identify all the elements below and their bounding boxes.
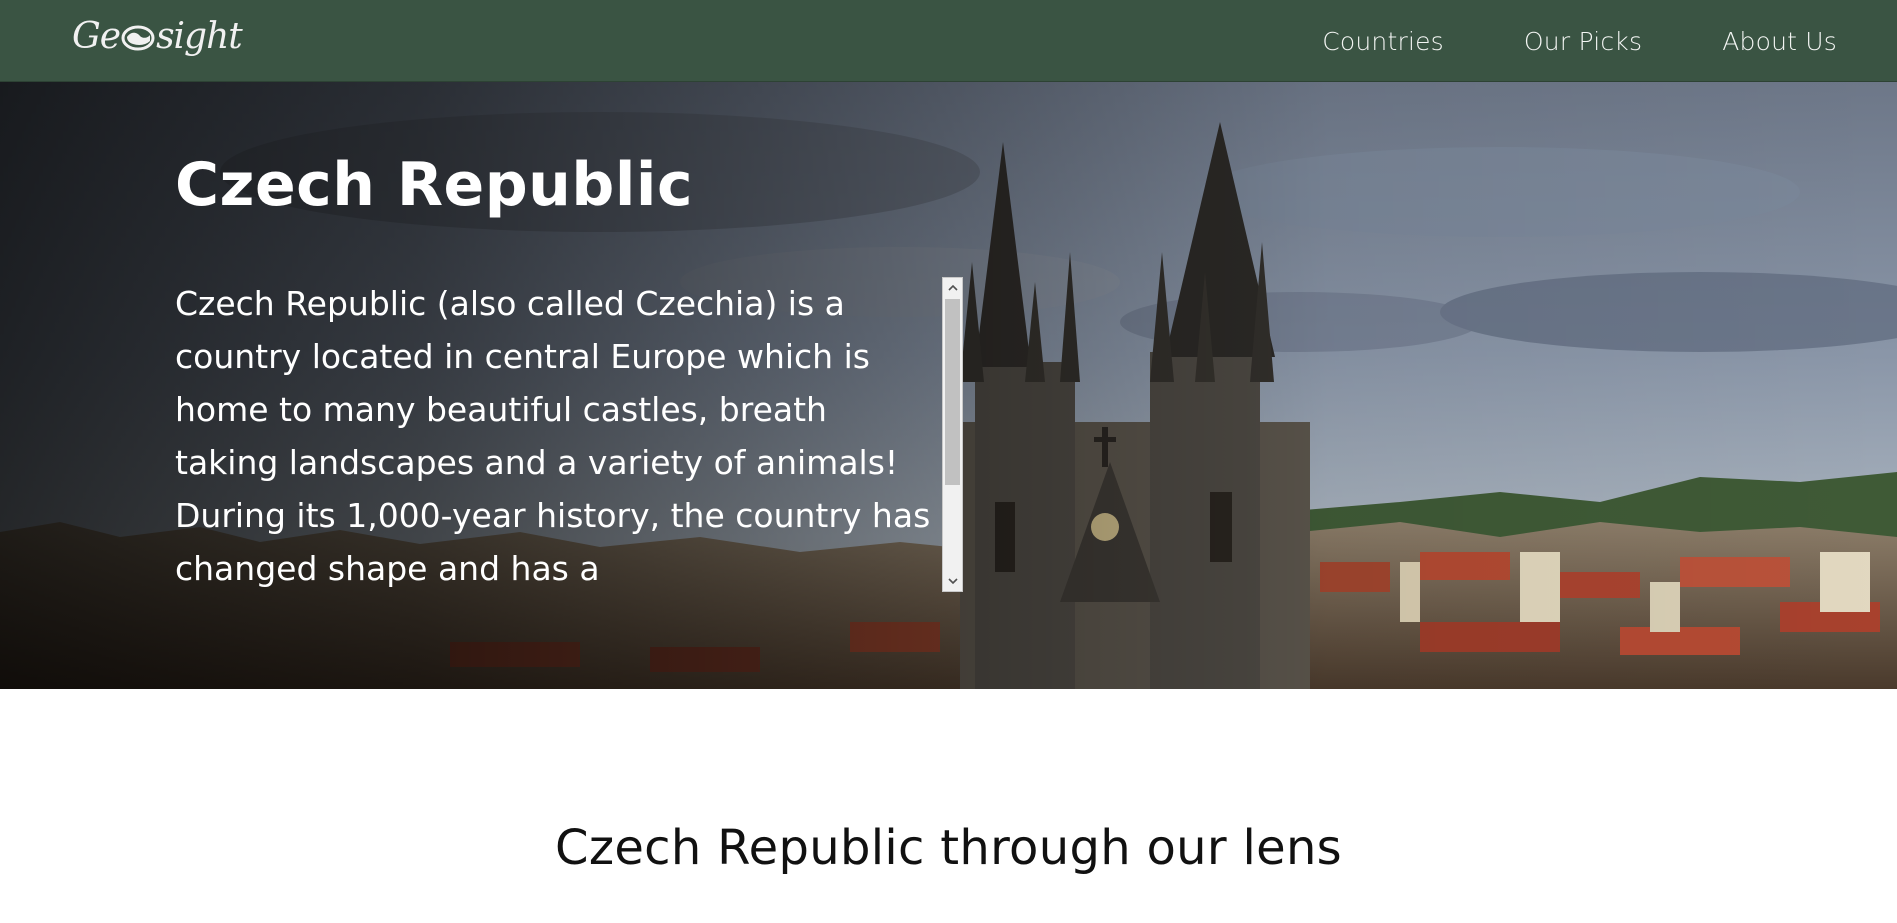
logo-text-left: Ge xyxy=(72,15,121,57)
logo-text-right: sight xyxy=(156,15,243,57)
globe-icon xyxy=(121,25,155,51)
hero-banner: Czech Republic Czech Republic (also call… xyxy=(0,82,1897,689)
nav-link-countries[interactable]: Countries xyxy=(1322,27,1444,56)
scroll-thumb[interactable] xyxy=(945,299,960,485)
main-nav: Countries Our Picks About Us xyxy=(1322,0,1837,82)
nav-link-our-picks[interactable]: Our Picks xyxy=(1524,27,1642,56)
country-description: Czech Republic (also called Czechia) is … xyxy=(175,284,931,588)
scroll-up-arrow-icon[interactable] xyxy=(943,278,962,297)
logo[interactable]: Ge sight xyxy=(72,12,243,60)
scroll-down-arrow-icon[interactable] xyxy=(943,572,962,591)
navbar: Ge sight Countries Our Picks About Us xyxy=(0,0,1897,82)
page-title: Czech Republic xyxy=(175,150,694,220)
description-scroll-box[interactable]: Czech Republic (also called Czechia) is … xyxy=(175,277,965,592)
section-heading: Czech Republic through our lens xyxy=(555,820,1342,876)
description-scrollbar[interactable] xyxy=(942,277,963,592)
nav-link-about-us[interactable]: About Us xyxy=(1722,27,1837,56)
